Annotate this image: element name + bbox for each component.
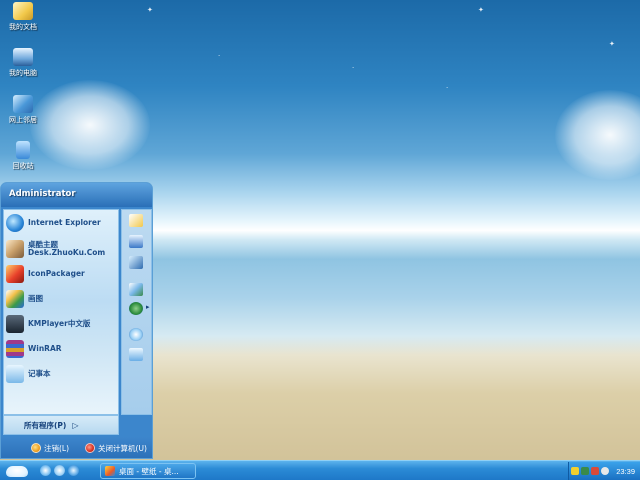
start-menu-user-header: Administrator [1, 183, 152, 207]
all-programs-label: 所有程序(P) [24, 420, 67, 430]
desktop-icon-label: 我的文档 [9, 23, 37, 31]
program-item-winrar[interactable]: WinRAR [6, 338, 118, 360]
program-item-notepad[interactable]: 记事本 [6, 363, 118, 385]
program-label: IconPackager [28, 269, 85, 278]
desktop-icon-my-computer[interactable]: 我的电脑 [2, 48, 44, 78]
program-label: 桌酷主题 Desk.ZhuoKu.Com [28, 241, 105, 257]
star: ✦ [147, 6, 153, 14]
power-icon [85, 443, 96, 453]
program-label: 记事本 [28, 369, 51, 378]
quick-launch-media-icon[interactable] [68, 465, 79, 476]
start-menu-footer: 注销(L) 关闭计算机(U) [1, 437, 152, 458]
internet-explorer-icon [6, 214, 24, 232]
logoff-icon [31, 443, 41, 453]
shutdown-label: 关闭计算机(U) [98, 443, 147, 453]
desktop-icon-network-places[interactable]: 网上邻居 [2, 95, 44, 125]
winrar-icon [6, 340, 24, 358]
logoff-button[interactable]: 注销(L) [31, 443, 69, 454]
quick-launch-ie-icon[interactable] [40, 465, 51, 476]
paint-icon [6, 290, 24, 308]
desktop-icon-label: 网上邻居 [9, 116, 37, 124]
program-item-zhuoku-theme[interactable]: 桌酷主题 Desk.ZhuoKu.Com [6, 237, 118, 261]
desktop-icon-label: 我的电脑 [9, 69, 37, 77]
network-places-icon [13, 95, 33, 113]
kmplayer-icon [6, 315, 24, 333]
tray-app-icon[interactable] [591, 467, 599, 475]
star: ✦ [478, 6, 484, 14]
iconpackager-icon [6, 265, 24, 283]
star: · [446, 84, 449, 92]
desktop-icon-recycle-bin[interactable]: 回收站 [2, 141, 44, 171]
star: · [352, 64, 355, 72]
desktop-icon-my-documents[interactable]: 我的文档 [2, 2, 44, 32]
tray-input-method-icon[interactable] [571, 467, 579, 475]
program-label-sub: Desk.ZhuoKu.Com [28, 248, 106, 257]
program-item-paint[interactable]: 画图 [6, 288, 118, 310]
cloud-right [555, 90, 640, 180]
logoff-label: 注销(L) [44, 443, 70, 453]
star: ✦ [609, 40, 615, 48]
submenu-arrow-icon: ▸ [146, 303, 150, 311]
internet-icon[interactable] [129, 302, 143, 315]
computer-icon[interactable] [129, 235, 143, 248]
all-programs-button[interactable]: 所有程序(P) ▷ [3, 415, 119, 435]
clock[interactable]: 23:39 [616, 467, 635, 476]
notepad-icon [6, 365, 24, 383]
program-label: Internet Explorer [28, 218, 101, 227]
start-menu: Administrator Internet Explorer 桌酷主题 Des… [0, 182, 153, 459]
shutdown-button[interactable]: 关闭计算机(U) [85, 443, 147, 454]
computer-icon [13, 48, 33, 66]
arrow-right-icon: ▷ [72, 420, 79, 430]
run-icon[interactable] [129, 348, 143, 361]
desktop-icon-label: 回收站 [12, 162, 34, 170]
start-button[interactable] [4, 463, 34, 479]
quick-launch-desktop-icon[interactable] [54, 465, 65, 476]
program-label: 画图 [28, 294, 43, 303]
program-item-internet-explorer[interactable]: Internet Explorer [6, 212, 118, 234]
taskbar: 桌面 - 壁纸 - 桌... 23:39 [0, 460, 640, 480]
system-tray: 23:39 [568, 462, 640, 480]
start-menu-places-panel: ▸ [121, 209, 152, 415]
network-icon[interactable] [129, 256, 143, 269]
tray-network-icon[interactable] [581, 467, 589, 475]
folder-documents-icon [13, 2, 33, 20]
tray-volume-icon[interactable] [601, 467, 609, 475]
program-item-kmplayer[interactable]: KMPlayer中文版 [6, 313, 118, 335]
control-panel-icon[interactable] [129, 283, 143, 296]
start-menu-programs-panel: Internet Explorer 桌酷主题 Desk.ZhuoKu.Com I… [3, 209, 119, 415]
start-cloud-icon [6, 466, 28, 477]
taskbar-window-label: 桌面 - 壁纸 - 桌... [119, 466, 179, 476]
recycle-bin-icon [16, 141, 30, 159]
program-label: KMPlayer中文版 [28, 319, 91, 328]
theme-icon [6, 240, 24, 258]
search-icon[interactable] [129, 328, 143, 341]
taskbar-window-button[interactable]: 桌面 - 壁纸 - 桌... [100, 463, 196, 479]
program-item-iconpackager[interactable]: IconPackager [6, 263, 118, 285]
star: · [218, 52, 221, 60]
user-name: Administrator [9, 189, 76, 199]
program-label: WinRAR [28, 344, 62, 353]
documents-folder-icon[interactable] [129, 214, 143, 227]
cloud-left [30, 80, 150, 170]
window-app-icon [105, 466, 115, 476]
